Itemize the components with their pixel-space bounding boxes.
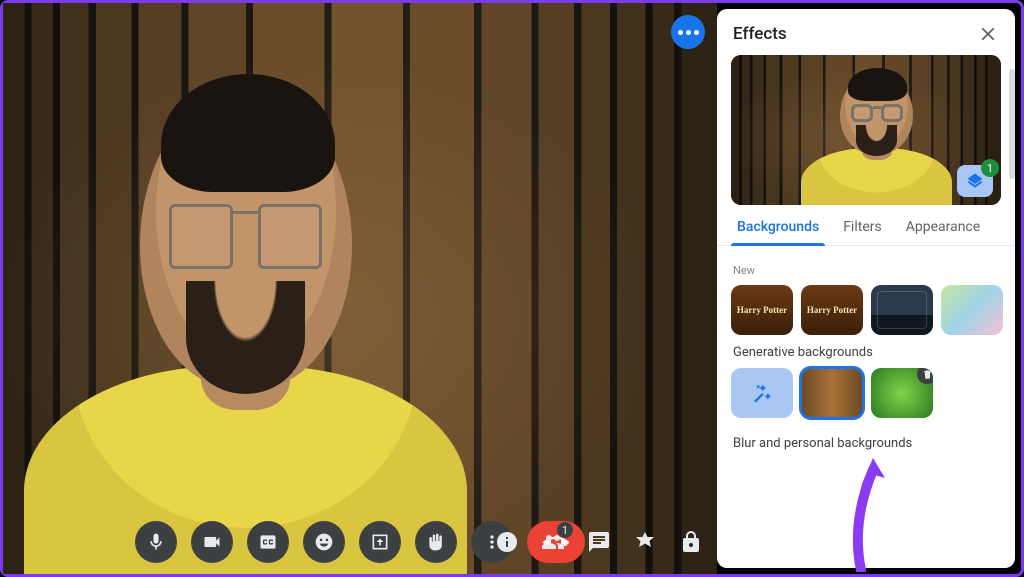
chat-icon (587, 530, 611, 554)
chat-button[interactable] (587, 530, 611, 554)
self-video-person (24, 26, 467, 574)
meeting-info-button[interactable] (495, 530, 519, 554)
panel-body: New Harry Potter Harry Potter Generative… (717, 246, 1015, 568)
captions-icon (258, 532, 278, 552)
wand-icon (752, 383, 772, 403)
remove-added-image-button[interactable] (917, 368, 933, 384)
camera-icon (202, 532, 222, 552)
section-new-label: New (733, 264, 999, 277)
section-blur-label: Blur and personal backgrounds (733, 436, 999, 451)
bg-thumb-gen-forest[interactable] (801, 368, 863, 418)
video-column: 1 (3, 3, 717, 574)
effects-count-badge: 1 (981, 159, 999, 177)
raise-hand-button[interactable] (415, 521, 457, 563)
tab-backgrounds[interactable]: Backgrounds (731, 219, 825, 245)
emoji-icon (314, 532, 334, 552)
video-more-button[interactable] (671, 15, 705, 49)
bg-thumb-bright-room[interactable] (941, 285, 1003, 335)
panel-title: Effects (733, 24, 787, 44)
effects-panel: Effects 1 Backgrounds Filters Appearance… (717, 9, 1015, 568)
activities-icon (633, 530, 657, 554)
raise-hand-icon (426, 532, 446, 552)
captions-button[interactable] (247, 521, 289, 563)
present-button[interactable] (359, 521, 401, 563)
close-icon (977, 23, 999, 45)
bg-thumb-window[interactable] (871, 285, 933, 335)
bg-thumb-gen-green[interactable]: Remove added image (871, 368, 933, 418)
bottom-right-actions: 1 (495, 510, 703, 574)
tab-filters[interactable]: Filters (837, 219, 888, 245)
effects-preview: 1 (731, 55, 1001, 205)
info-icon (495, 530, 519, 554)
people-button[interactable]: 1 (541, 530, 565, 554)
host-controls-icon (679, 530, 703, 554)
activities-button[interactable] (633, 530, 657, 554)
main-video (3, 3, 717, 574)
generate-background-button[interactable] (731, 368, 793, 418)
generative-backgrounds-row: Remove added image (731, 368, 1001, 418)
bg-thumb-harrypotter-2[interactable]: Harry Potter (801, 285, 863, 335)
app-root: 1 Effects (3, 3, 1021, 574)
applied-effects-chip[interactable]: 1 (957, 165, 993, 197)
present-icon (370, 532, 390, 552)
panel-close-button[interactable] (977, 23, 999, 45)
mic-button[interactable] (135, 521, 177, 563)
new-backgrounds-row: Harry Potter Harry Potter (731, 285, 1001, 335)
people-count-badge: 1 (557, 522, 573, 538)
panel-tabs: Backgrounds Filters Appearance (717, 205, 1015, 246)
mic-icon (146, 532, 166, 552)
layers-icon (966, 172, 984, 190)
trash-icon (922, 369, 933, 380)
camera-button[interactable] (191, 521, 233, 563)
section-generative-label: Generative backgrounds (733, 345, 999, 360)
emoji-button[interactable] (303, 521, 345, 563)
panel-header: Effects (717, 9, 1015, 55)
tab-appearance[interactable]: Appearance (900, 219, 986, 245)
bg-thumb-harrypotter-1[interactable]: Harry Potter (731, 285, 793, 335)
host-controls-button[interactable] (679, 530, 703, 554)
